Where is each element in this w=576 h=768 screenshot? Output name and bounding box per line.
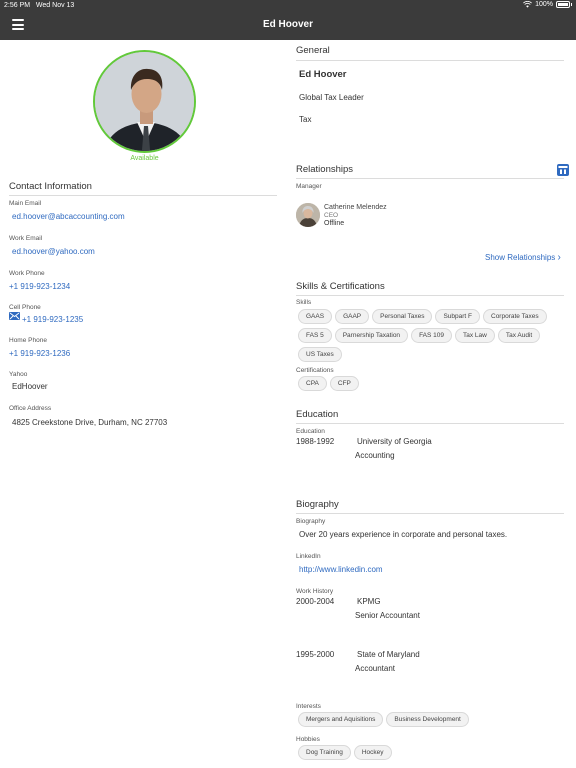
manager-photo-icon	[296, 203, 320, 227]
contact-divider	[9, 195, 277, 196]
chevron-right-icon: ›	[557, 252, 561, 263]
skill-tag[interactable]: GAAP	[335, 309, 370, 324]
status-time: 2:56 PM Wed Nov 13	[4, 2, 75, 9]
interests-tag-list: Mergers and Aquisitions Business Developm…	[298, 712, 568, 731]
general-divider	[296, 60, 564, 61]
battery-icon	[556, 1, 570, 8]
work-email-label: Work Email	[9, 235, 43, 242]
relationships-section-title: Relationships	[296, 164, 354, 175]
bio-text: Over 20 years experience in corporate an…	[299, 530, 508, 539]
hobby-tag[interactable]: Hockey	[353, 745, 392, 760]
status-bar: 2:56 PM Wed Nov 13 100%	[0, 0, 576, 11]
yahoo-value: EdHoover	[12, 382, 48, 391]
biography-section-title: Biography	[296, 499, 339, 510]
hobby-tag[interactable]: Dog Training	[298, 745, 351, 760]
page-title: Ed Hoover	[262, 19, 313, 30]
office-address-value: 4825 Creekstone Drive, Durham, NC 27703	[12, 418, 168, 427]
work-phone-link[interactable]: +1 919-923-1234	[9, 282, 70, 291]
work-role: Senior Accountant	[355, 611, 420, 620]
work-years: 2000-2004	[296, 597, 335, 606]
linkedin-link[interactable]: http://www.linkedin.com	[299, 565, 383, 574]
profile-name: Ed Hoover	[299, 69, 347, 80]
battery-percent: 100%	[535, 1, 553, 8]
skills-divider	[296, 295, 564, 296]
show-relationships-label: Show Relationships	[485, 253, 556, 262]
skill-tag[interactable]: FAS 5	[298, 328, 332, 343]
org-chart-icon[interactable]	[557, 164, 569, 176]
nav-bar: Ed Hoover	[0, 11, 576, 40]
person-photo-icon	[95, 52, 194, 151]
interests-label: Interests	[296, 703, 321, 710]
hobbies-tag-list: Dog Training Hockey	[298, 745, 568, 764]
skill-tag[interactable]: Tax Law	[455, 328, 495, 343]
profile-avatar	[93, 50, 196, 153]
skill-tag[interactable]: Personal Taxes	[372, 309, 433, 324]
skills-label: Skills	[296, 299, 312, 306]
biography-divider	[296, 513, 564, 514]
certification-tag[interactable]: CPA	[298, 376, 327, 391]
certifications-tag-list: CPA CFP	[298, 376, 568, 395]
work-email-link[interactable]: ed.hoover@yahoo.com	[12, 247, 95, 256]
education-section-title: Education	[296, 409, 339, 420]
work-org: State of Maryland	[357, 650, 420, 659]
interest-tag[interactable]: Business Development	[386, 712, 469, 727]
skills-tag-list: GAAS GAAP Personal Taxes Subpart F Corporate…	[298, 309, 568, 366]
education-divider	[296, 423, 564, 424]
home-phone-label: Home Phone	[9, 337, 47, 344]
cell-phone-link[interactable]: +1 919-923-1235	[22, 315, 83, 324]
education-field: Accounting	[355, 451, 395, 460]
main-email-link[interactable]: ed.hoover@abcaccounting.com	[12, 212, 125, 221]
cell-phone-label: Cell Phone	[9, 304, 41, 311]
wifi-icon	[523, 1, 533, 8]
skill-tag[interactable]: Tax Audit	[497, 328, 541, 343]
skill-tag[interactable]: US Taxes	[298, 347, 342, 362]
certification-tag[interactable]: CFP	[329, 376, 359, 391]
job-title: Global Tax Leader	[299, 93, 364, 102]
manager-title: CEO	[324, 212, 339, 219]
work-org: KPMG	[357, 597, 381, 606]
work-years: 1995-2000	[296, 650, 335, 659]
battery-area: 100%	[523, 1, 572, 8]
interest-tag[interactable]: Mergers and Aquisitions	[298, 712, 384, 727]
skill-tag[interactable]: Subpart F	[435, 309, 480, 324]
availability-status: Available	[130, 155, 159, 162]
contact-section-title: Contact Information	[9, 181, 92, 192]
main-email-label: Main Email	[9, 200, 42, 207]
education-school: University of Georgia	[357, 437, 432, 446]
general-section-title: General	[296, 45, 330, 56]
manager-name[interactable]: Catherine Melendez	[324, 204, 387, 211]
manager-status: Offline	[324, 220, 345, 227]
yahoo-label: Yahoo	[9, 371, 28, 378]
work-role: Accountant	[355, 664, 396, 673]
skill-tag[interactable]: GAAS	[298, 309, 333, 324]
bio-label: Biography	[296, 518, 326, 525]
relationships-divider	[296, 178, 564, 179]
skill-tag[interactable]: Corporate Taxes	[483, 309, 547, 324]
work-history-label: Work History	[296, 588, 334, 595]
manager-label: Manager	[296, 183, 322, 190]
home-phone-link[interactable]: +1 919-923-1236	[9, 349, 70, 358]
linkedin-label: LinkedIn	[296, 553, 321, 560]
hobbies-label: Hobbies	[296, 736, 320, 743]
work-phone-label: Work Phone	[9, 270, 45, 277]
sms-icon[interactable]	[9, 312, 20, 320]
show-relationships-link[interactable]: Show Relationships ›	[485, 252, 561, 263]
education-years: 1988-1992	[296, 437, 335, 446]
office-address-label: Office Address	[9, 405, 52, 412]
education-label: Education	[296, 428, 325, 435]
manager-avatar[interactable]	[296, 203, 320, 227]
department: Tax	[299, 115, 312, 124]
certifications-label: Certifications	[296, 367, 334, 374]
skill-tag[interactable]: FAS 109	[411, 328, 452, 343]
skills-section-title: Skills & Certifications	[296, 281, 385, 292]
skill-tag[interactable]: Parnership Taxation	[334, 328, 409, 343]
